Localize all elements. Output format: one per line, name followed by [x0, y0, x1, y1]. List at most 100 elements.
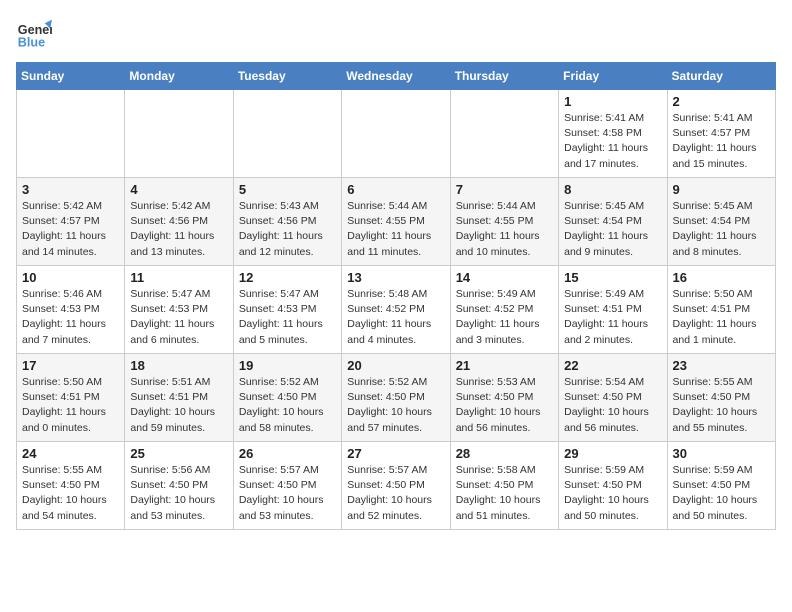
- calendar-table: SundayMondayTuesdayWednesdayThursdayFrid…: [16, 62, 776, 530]
- day-number: 11: [130, 270, 227, 285]
- day-number: 7: [456, 182, 553, 197]
- day-info: Sunrise: 5:48 AM Sunset: 4:52 PM Dayligh…: [347, 287, 444, 348]
- calendar-cell: 20 Sunrise: 5:52 AM Sunset: 4:50 PM Dayli…: [342, 354, 450, 442]
- calendar-cell: 26 Sunrise: 5:57 AM Sunset: 4:50 PM Dayli…: [233, 442, 341, 530]
- calendar-cell: 11 Sunrise: 5:47 AM Sunset: 4:53 PM Dayli…: [125, 266, 233, 354]
- calendar-week-row: 24 Sunrise: 5:55 AM Sunset: 4:50 PM Dayli…: [17, 442, 776, 530]
- calendar-week-row: 17 Sunrise: 5:50 AM Sunset: 4:51 PM Dayli…: [17, 354, 776, 442]
- calendar-cell: 16Sunrise: 5:50 AM Sunset: 4:51 PM Dayli…: [667, 266, 775, 354]
- calendar-cell: [450, 90, 558, 178]
- weekday-header: Thursday: [450, 63, 558, 90]
- day-info: Sunrise: 5:46 AM Sunset: 4:53 PM Dayligh…: [22, 287, 119, 348]
- weekday-header: Friday: [559, 63, 667, 90]
- day-info: Sunrise: 5:53 AM Sunset: 4:50 PM Dayligh…: [456, 375, 553, 436]
- day-number: 13: [347, 270, 444, 285]
- calendar-cell: 25Sunrise: 5:56 AM Sunset: 4:50 PM Dayli…: [125, 442, 233, 530]
- calendar-cell: 1Sunrise: 5:41 AM Sunset: 4:58 PM Daylig…: [559, 90, 667, 178]
- weekday-row: SundayMondayTuesdayWednesdayThursdayFrid…: [17, 63, 776, 90]
- day-info: Sunrise: 5:50 AM Sunset: 4:51 PM Dayligh…: [673, 287, 770, 348]
- day-info: Sunrise: 5:44 AM Sunset: 4:55 PM Dayligh…: [456, 199, 553, 260]
- day-number: 27: [347, 446, 444, 461]
- day-info: Sunrise: 5:41 AM Sunset: 4:58 PM Dayligh…: [564, 111, 661, 172]
- day-info: Sunrise: 5:43 AM Sunset: 4:56 PM Dayligh…: [239, 199, 336, 260]
- calendar-cell: 13 Sunrise: 5:48 AM Sunset: 4:52 PM Dayli…: [342, 266, 450, 354]
- day-info: Sunrise: 5:44 AM Sunset: 4:55 PM Dayligh…: [347, 199, 444, 260]
- day-number: 29: [564, 446, 661, 461]
- day-number: 20: [347, 358, 444, 373]
- calendar-cell: 17 Sunrise: 5:50 AM Sunset: 4:51 PM Dayli…: [17, 354, 125, 442]
- day-number: 19: [239, 358, 336, 373]
- day-info: Sunrise: 5:50 AM Sunset: 4:51 PM Dayligh…: [22, 375, 119, 436]
- calendar-cell: 22Sunrise: 5:54 AM Sunset: 4:50 PM Dayli…: [559, 354, 667, 442]
- calendar-cell: [233, 90, 341, 178]
- calendar-cell: 14 Sunrise: 5:49 AM Sunset: 4:52 PM Dayli…: [450, 266, 558, 354]
- weekday-header: Tuesday: [233, 63, 341, 90]
- day-info: Sunrise: 5:59 AM Sunset: 4:50 PM Dayligh…: [564, 463, 661, 524]
- calendar-cell: [17, 90, 125, 178]
- calendar-cell: 5Sunrise: 5:43 AM Sunset: 4:56 PM Daylig…: [233, 178, 341, 266]
- page-header: General Blue: [16, 16, 776, 52]
- calendar-cell: 8Sunrise: 5:45 AM Sunset: 4:54 PM Daylig…: [559, 178, 667, 266]
- day-info: Sunrise: 5:55 AM Sunset: 4:50 PM Dayligh…: [673, 375, 770, 436]
- calendar-cell: 15Sunrise: 5:49 AM Sunset: 4:51 PM Dayli…: [559, 266, 667, 354]
- weekday-header: Monday: [125, 63, 233, 90]
- calendar-cell: 2 Sunrise: 5:41 AM Sunset: 4:57 PM Daylig…: [667, 90, 775, 178]
- day-number: 22: [564, 358, 661, 373]
- day-info: Sunrise: 5:51 AM Sunset: 4:51 PM Dayligh…: [130, 375, 227, 436]
- calendar-cell: [342, 90, 450, 178]
- day-number: 3: [22, 182, 119, 197]
- calendar-cell: 23 Sunrise: 5:55 AM Sunset: 4:50 PM Dayli…: [667, 354, 775, 442]
- calendar-cell: 21 Sunrise: 5:53 AM Sunset: 4:50 PM Dayli…: [450, 354, 558, 442]
- day-info: Sunrise: 5:45 AM Sunset: 4:54 PM Dayligh…: [673, 199, 770, 260]
- calendar-cell: 28Sunrise: 5:58 AM Sunset: 4:50 PM Dayli…: [450, 442, 558, 530]
- calendar-week-row: 1Sunrise: 5:41 AM Sunset: 4:58 PM Daylig…: [17, 90, 776, 178]
- day-info: Sunrise: 5:57 AM Sunset: 4:50 PM Dayligh…: [347, 463, 444, 524]
- day-info: Sunrise: 5:42 AM Sunset: 4:56 PM Dayligh…: [130, 199, 227, 260]
- day-number: 21: [456, 358, 553, 373]
- calendar-cell: 30 Sunrise: 5:59 AM Sunset: 4:50 PM Dayli…: [667, 442, 775, 530]
- day-number: 15: [564, 270, 661, 285]
- calendar-cell: 27 Sunrise: 5:57 AM Sunset: 4:50 PM Dayli…: [342, 442, 450, 530]
- day-number: 14: [456, 270, 553, 285]
- calendar-week-row: 3 Sunrise: 5:42 AM Sunset: 4:57 PM Daylig…: [17, 178, 776, 266]
- day-info: Sunrise: 5:47 AM Sunset: 4:53 PM Dayligh…: [130, 287, 227, 348]
- calendar-cell: 6 Sunrise: 5:44 AM Sunset: 4:55 PM Daylig…: [342, 178, 450, 266]
- day-number: 9: [673, 182, 770, 197]
- calendar-cell: 18Sunrise: 5:51 AM Sunset: 4:51 PM Dayli…: [125, 354, 233, 442]
- day-number: 17: [22, 358, 119, 373]
- calendar-cell: 10 Sunrise: 5:46 AM Sunset: 4:53 PM Dayli…: [17, 266, 125, 354]
- calendar-week-row: 10 Sunrise: 5:46 AM Sunset: 4:53 PM Dayli…: [17, 266, 776, 354]
- calendar-cell: [125, 90, 233, 178]
- day-number: 2: [673, 94, 770, 109]
- calendar-cell: 9 Sunrise: 5:45 AM Sunset: 4:54 PM Daylig…: [667, 178, 775, 266]
- day-number: 6: [347, 182, 444, 197]
- day-info: Sunrise: 5:59 AM Sunset: 4:50 PM Dayligh…: [673, 463, 770, 524]
- day-number: 4: [130, 182, 227, 197]
- weekday-header: Saturday: [667, 63, 775, 90]
- day-info: Sunrise: 5:56 AM Sunset: 4:50 PM Dayligh…: [130, 463, 227, 524]
- day-info: Sunrise: 5:49 AM Sunset: 4:52 PM Dayligh…: [456, 287, 553, 348]
- logo: General Blue: [16, 16, 52, 52]
- day-number: 26: [239, 446, 336, 461]
- day-info: Sunrise: 5:42 AM Sunset: 4:57 PM Dayligh…: [22, 199, 119, 260]
- day-number: 28: [456, 446, 553, 461]
- weekday-header: Wednesday: [342, 63, 450, 90]
- weekday-header: Sunday: [17, 63, 125, 90]
- day-number: 24: [22, 446, 119, 461]
- day-info: Sunrise: 5:57 AM Sunset: 4:50 PM Dayligh…: [239, 463, 336, 524]
- day-info: Sunrise: 5:55 AM Sunset: 4:50 PM Dayligh…: [22, 463, 119, 524]
- day-info: Sunrise: 5:41 AM Sunset: 4:57 PM Dayligh…: [673, 111, 770, 172]
- day-number: 30: [673, 446, 770, 461]
- day-info: Sunrise: 5:52 AM Sunset: 4:50 PM Dayligh…: [347, 375, 444, 436]
- day-number: 8: [564, 182, 661, 197]
- day-number: 10: [22, 270, 119, 285]
- calendar-cell: 24 Sunrise: 5:55 AM Sunset: 4:50 PM Dayli…: [17, 442, 125, 530]
- day-number: 23: [673, 358, 770, 373]
- calendar-body: 1Sunrise: 5:41 AM Sunset: 4:58 PM Daylig…: [17, 90, 776, 530]
- calendar-cell: 7 Sunrise: 5:44 AM Sunset: 4:55 PM Daylig…: [450, 178, 558, 266]
- day-info: Sunrise: 5:52 AM Sunset: 4:50 PM Dayligh…: [239, 375, 336, 436]
- calendar-cell: 4 Sunrise: 5:42 AM Sunset: 4:56 PM Daylig…: [125, 178, 233, 266]
- calendar-cell: 29 Sunrise: 5:59 AM Sunset: 4:50 PM Dayli…: [559, 442, 667, 530]
- calendar-header: SundayMondayTuesdayWednesdayThursdayFrid…: [17, 63, 776, 90]
- svg-text:Blue: Blue: [18, 36, 45, 50]
